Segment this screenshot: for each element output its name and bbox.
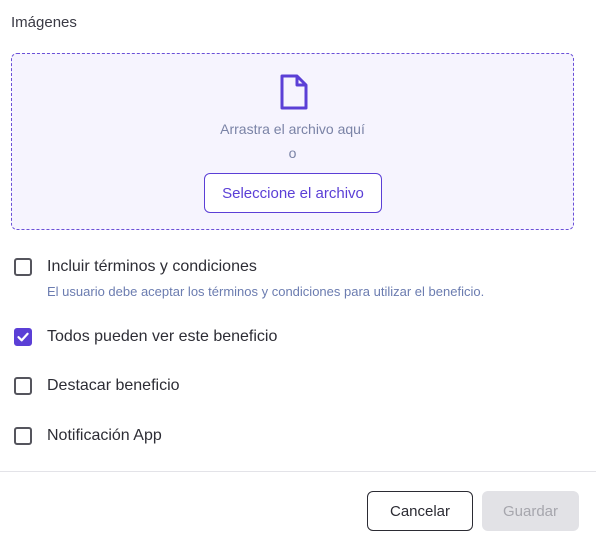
highlight-checkbox[interactable] <box>14 377 32 395</box>
app-notification-option[interactable]: Notificación App <box>14 427 162 445</box>
file-dropzone[interactable]: Arrastra el archivo aquí o Seleccione el… <box>11 53 574 230</box>
terms-help-text: El usuario debe aceptar los términos y c… <box>47 284 485 299</box>
visible-to-all-option[interactable]: Todos pueden ver este beneficio <box>14 328 277 346</box>
visible-to-all-checkbox[interactable] <box>14 328 32 346</box>
terms-option[interactable]: Incluir términos y condiciones <box>14 258 257 276</box>
footer-divider <box>0 471 596 472</box>
terms-label: Incluir términos y condiciones <box>47 258 257 275</box>
file-icon <box>280 74 308 110</box>
visible-to-all-label: Todos pueden ver este beneficio <box>47 328 278 345</box>
drop-or-text: o <box>288 145 297 161</box>
terms-checkbox[interactable] <box>14 258 32 276</box>
select-file-button[interactable]: Seleccione el archivo <box>204 173 382 213</box>
images-label: Imágenes <box>11 14 77 31</box>
check-icon <box>17 332 29 342</box>
save-button[interactable]: Guardar <box>482 491 579 531</box>
cancel-button[interactable]: Cancelar <box>367 491 473 531</box>
app-notification-checkbox[interactable] <box>14 427 32 445</box>
drop-instruction: Arrastra el archivo aquí <box>220 121 365 137</box>
app-notification-label: Notificación App <box>47 427 162 444</box>
highlight-option[interactable]: Destacar beneficio <box>14 377 180 395</box>
highlight-label: Destacar beneficio <box>47 377 180 394</box>
